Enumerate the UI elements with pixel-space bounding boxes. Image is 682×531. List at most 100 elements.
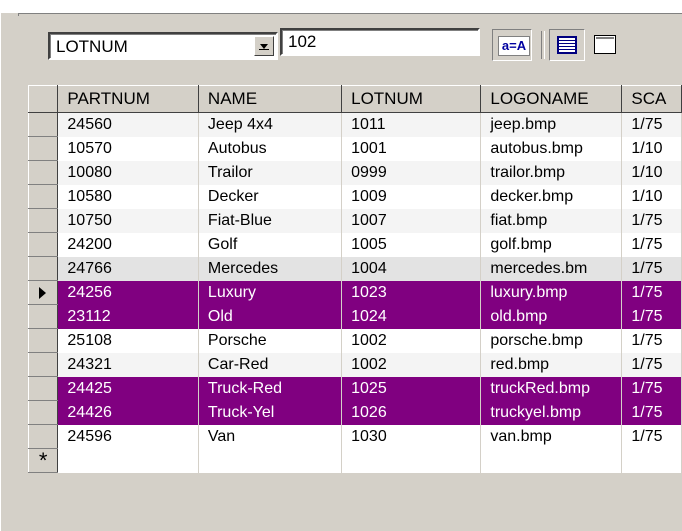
cell-logoname[interactable]: decker.bmp bbox=[480, 184, 623, 209]
column-header-name[interactable]: NAME bbox=[197, 85, 343, 113]
cell-logoname[interactable]: red.bmp bbox=[480, 352, 623, 377]
cell-lotnum[interactable]: 1004 bbox=[341, 256, 482, 281]
cell-name[interactable]: Trailor bbox=[198, 160, 343, 185]
cell-sca[interactable]: 1/75 bbox=[621, 424, 682, 449]
table-row[interactable]: 10750 Fiat-Blue 1007 fiat.bmp 1/75 bbox=[28, 208, 682, 233]
cell-name[interactable]: Porsche bbox=[198, 328, 343, 353]
cell-sca[interactable]: 1/75 bbox=[621, 304, 682, 329]
table-row[interactable]: 24256 Luxury 1023 luxury.bmp 1/75 bbox=[28, 280, 682, 305]
cell-lotnum[interactable]: 1026 bbox=[341, 400, 482, 425]
new-row-cell[interactable] bbox=[341, 448, 482, 473]
new-row-cell[interactable] bbox=[57, 448, 199, 473]
cell-partnum[interactable]: 24560 bbox=[57, 112, 199, 137]
cell-sca[interactable]: 1/75 bbox=[621, 256, 682, 281]
cell-sca[interactable]: 1/10 bbox=[621, 160, 682, 185]
cell-name[interactable]: Decker bbox=[198, 184, 343, 209]
table-row[interactable]: 25108 Porsche 1002 porsche.bmp 1/75 bbox=[28, 328, 682, 353]
cell-name[interactable]: Luxury bbox=[198, 280, 343, 305]
row-selector[interactable] bbox=[28, 256, 59, 281]
cell-name[interactable]: Mercedes bbox=[198, 256, 343, 281]
cell-partnum[interactable]: 24766 bbox=[57, 256, 199, 281]
cell-partnum[interactable]: 10080 bbox=[57, 160, 199, 185]
cell-lotnum[interactable]: 1025 bbox=[341, 376, 482, 401]
cell-lotnum[interactable]: 1002 bbox=[341, 352, 482, 377]
cell-partnum[interactable]: 24200 bbox=[57, 232, 199, 257]
cell-sca[interactable]: 1/75 bbox=[621, 400, 682, 425]
table-row[interactable]: 24426 Truck-Yel 1026 truckyel.bmp 1/75 bbox=[28, 400, 682, 425]
cell-name[interactable]: Truck-Yel bbox=[198, 400, 343, 425]
cell-sca[interactable]: 1/75 bbox=[621, 328, 682, 353]
cell-logoname[interactable]: trailor.bmp bbox=[480, 160, 623, 185]
table-row[interactable]: 10080 Trailor 0999 trailor.bmp 1/10 bbox=[28, 160, 682, 185]
table-row[interactable]: 24200 Golf 1005 golf.bmp 1/75 bbox=[28, 232, 682, 257]
table-row[interactable]: 24560 Jeep 4x4 1011 jeep.bmp 1/75 bbox=[28, 112, 682, 137]
cell-sca[interactable]: 1/75 bbox=[621, 352, 682, 377]
row-selector[interactable] bbox=[28, 328, 59, 353]
cell-partnum[interactable]: 24596 bbox=[57, 424, 199, 449]
cell-lotnum[interactable]: 1007 bbox=[341, 208, 482, 233]
row-selector[interactable] bbox=[28, 112, 59, 137]
table-row[interactable]: 24596 Van 1030 van.bmp 1/75 bbox=[28, 424, 682, 449]
search-input[interactable]: 102 bbox=[280, 28, 480, 56]
row-selector[interactable] bbox=[28, 184, 59, 209]
cell-partnum[interactable]: 24425 bbox=[57, 376, 199, 401]
cell-name[interactable]: Car-Red bbox=[198, 352, 343, 377]
column-header-logoname[interactable]: LOGONAME bbox=[480, 85, 623, 113]
cell-logoname[interactable]: porsche.bmp bbox=[480, 328, 623, 353]
cell-logoname[interactable]: jeep.bmp bbox=[480, 112, 623, 137]
cell-name[interactable]: Old bbox=[198, 304, 343, 329]
cell-logoname[interactable]: old.bmp bbox=[480, 304, 623, 329]
cell-partnum[interactable]: 24426 bbox=[57, 400, 199, 425]
cell-logoname[interactable]: fiat.bmp bbox=[480, 208, 623, 233]
cell-lotnum[interactable]: 1030 bbox=[341, 424, 482, 449]
cell-partnum[interactable]: 24321 bbox=[57, 352, 199, 377]
table-row[interactable]: 10580 Decker 1009 decker.bmp 1/10 bbox=[28, 184, 682, 209]
cell-partnum[interactable]: 24256 bbox=[57, 280, 199, 305]
row-selector[interactable] bbox=[28, 208, 59, 233]
row-selector[interactable] bbox=[28, 280, 59, 305]
cell-lotnum[interactable]: 1009 bbox=[341, 184, 482, 209]
row-selector[interactable] bbox=[28, 304, 59, 329]
cell-logoname[interactable]: truckyel.bmp bbox=[480, 400, 623, 425]
cell-name[interactable]: Golf bbox=[198, 232, 343, 257]
cell-logoname[interactable]: truckRed.bmp bbox=[480, 376, 623, 401]
case-sensitive-button[interactable]: a=A bbox=[492, 29, 532, 61]
cell-lotnum[interactable]: 1001 bbox=[341, 136, 482, 161]
cell-lotnum[interactable]: 1011 bbox=[341, 112, 482, 137]
cell-logoname[interactable]: golf.bmp bbox=[480, 232, 623, 257]
cell-name[interactable]: Truck-Red bbox=[198, 376, 343, 401]
cell-name[interactable]: Fiat-Blue bbox=[198, 208, 343, 233]
cell-logoname[interactable]: luxury.bmp bbox=[480, 280, 623, 305]
new-row-cell[interactable] bbox=[198, 448, 343, 473]
new-row-cell[interactable] bbox=[621, 448, 682, 473]
table-row[interactable]: 23112 Old 1024 old.bmp 1/75 bbox=[28, 304, 682, 329]
row-selector[interactable] bbox=[28, 424, 59, 449]
cell-lotnum[interactable]: 1023 bbox=[341, 280, 482, 305]
form-view-button[interactable] bbox=[588, 29, 624, 61]
row-selector[interactable] bbox=[28, 136, 59, 161]
cell-partnum[interactable]: 23112 bbox=[57, 304, 199, 329]
cell-sca[interactable]: 1/10 bbox=[621, 136, 682, 161]
cell-partnum[interactable]: 10750 bbox=[57, 208, 199, 233]
row-selector[interactable] bbox=[28, 400, 59, 425]
cell-partnum[interactable]: 25108 bbox=[57, 328, 199, 353]
row-selector[interactable] bbox=[28, 352, 59, 377]
cell-logoname[interactable]: mercedes.bm bbox=[480, 256, 623, 281]
cell-sca[interactable]: 1/10 bbox=[621, 184, 682, 209]
cell-logoname[interactable]: van.bmp bbox=[480, 424, 623, 449]
chevron-down-icon[interactable] bbox=[254, 36, 274, 56]
row-selector[interactable] bbox=[28, 232, 59, 257]
column-header-lotnum[interactable]: LOTNUM bbox=[341, 85, 482, 113]
cell-name[interactable]: Autobus bbox=[198, 136, 343, 161]
table-row[interactable]: 24425 Truck-Red 1025 truckRed.bmp 1/75 bbox=[28, 376, 682, 401]
row-selector[interactable] bbox=[28, 376, 59, 401]
new-row-cell[interactable] bbox=[480, 448, 623, 473]
field-select[interactable]: LOTNUM bbox=[48, 32, 278, 60]
grid-view-button[interactable] bbox=[549, 29, 585, 61]
cell-sca[interactable]: 1/75 bbox=[621, 208, 682, 233]
cell-partnum[interactable]: 10570 bbox=[57, 136, 199, 161]
cell-sca[interactable]: 1/75 bbox=[621, 112, 682, 137]
table-row[interactable]: 24766 Mercedes 1004 mercedes.bm 1/75 bbox=[28, 256, 682, 281]
cell-sca[interactable]: 1/75 bbox=[621, 280, 682, 305]
column-header-partnum[interactable]: PARTNUM bbox=[57, 85, 199, 113]
